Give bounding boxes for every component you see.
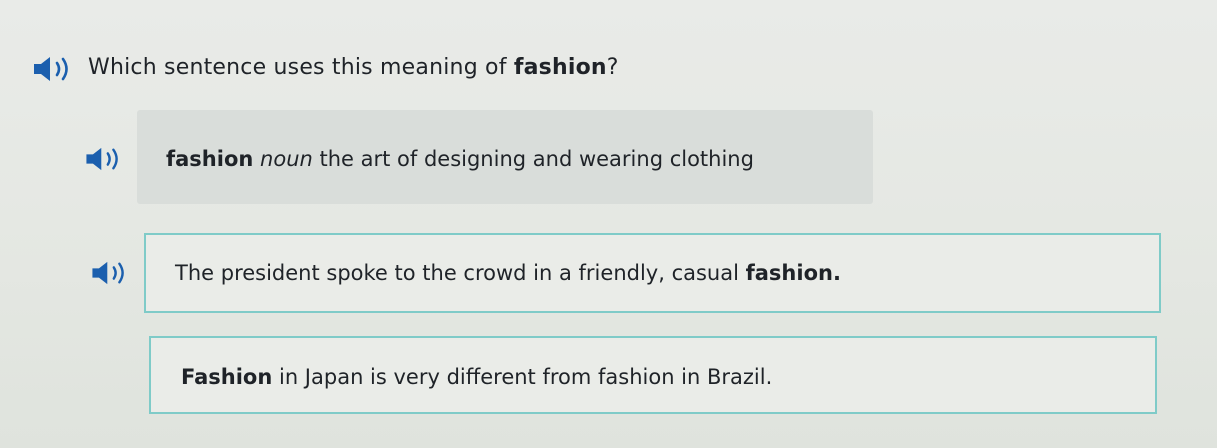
definition-part-of-speech: noun <box>260 147 313 171</box>
lesson-page: { "question": { "prefix": "Which sentenc… <box>0 0 1217 448</box>
choice-1-prefix: The president spoke to the crowd in a fr… <box>175 261 746 285</box>
question-word: fashion <box>513 55 607 80</box>
definition-word: fashion <box>166 147 254 171</box>
answer-choice-1-text[interactable]: The president spoke to the crowd in a fr… <box>175 258 841 288</box>
definition-meaning: the art of designing and wearing clothin… <box>312 147 754 171</box>
choice-1-speaker-icon[interactable] <box>90 260 132 286</box>
question-speaker-icon[interactable] <box>32 55 76 83</box>
question-prefix: Which sentence uses this meaning of <box>88 55 514 80</box>
question-text: Which sentence uses this meaning of fash… <box>88 52 619 84</box>
choice-2-suffix: in Japan is very different from fashion … <box>272 365 773 389</box>
answer-choice-2-text[interactable]: Fashion in Japan is very different from … <box>181 362 772 392</box>
choice-2-word: Fashion <box>181 365 273 389</box>
definition-speaker-icon[interactable] <box>84 146 126 172</box>
choice-1-word: fashion. <box>745 261 841 285</box>
definition-text: fashion noun the art of designing and we… <box>166 143 754 175</box>
question-suffix: ? <box>606 55 619 80</box>
